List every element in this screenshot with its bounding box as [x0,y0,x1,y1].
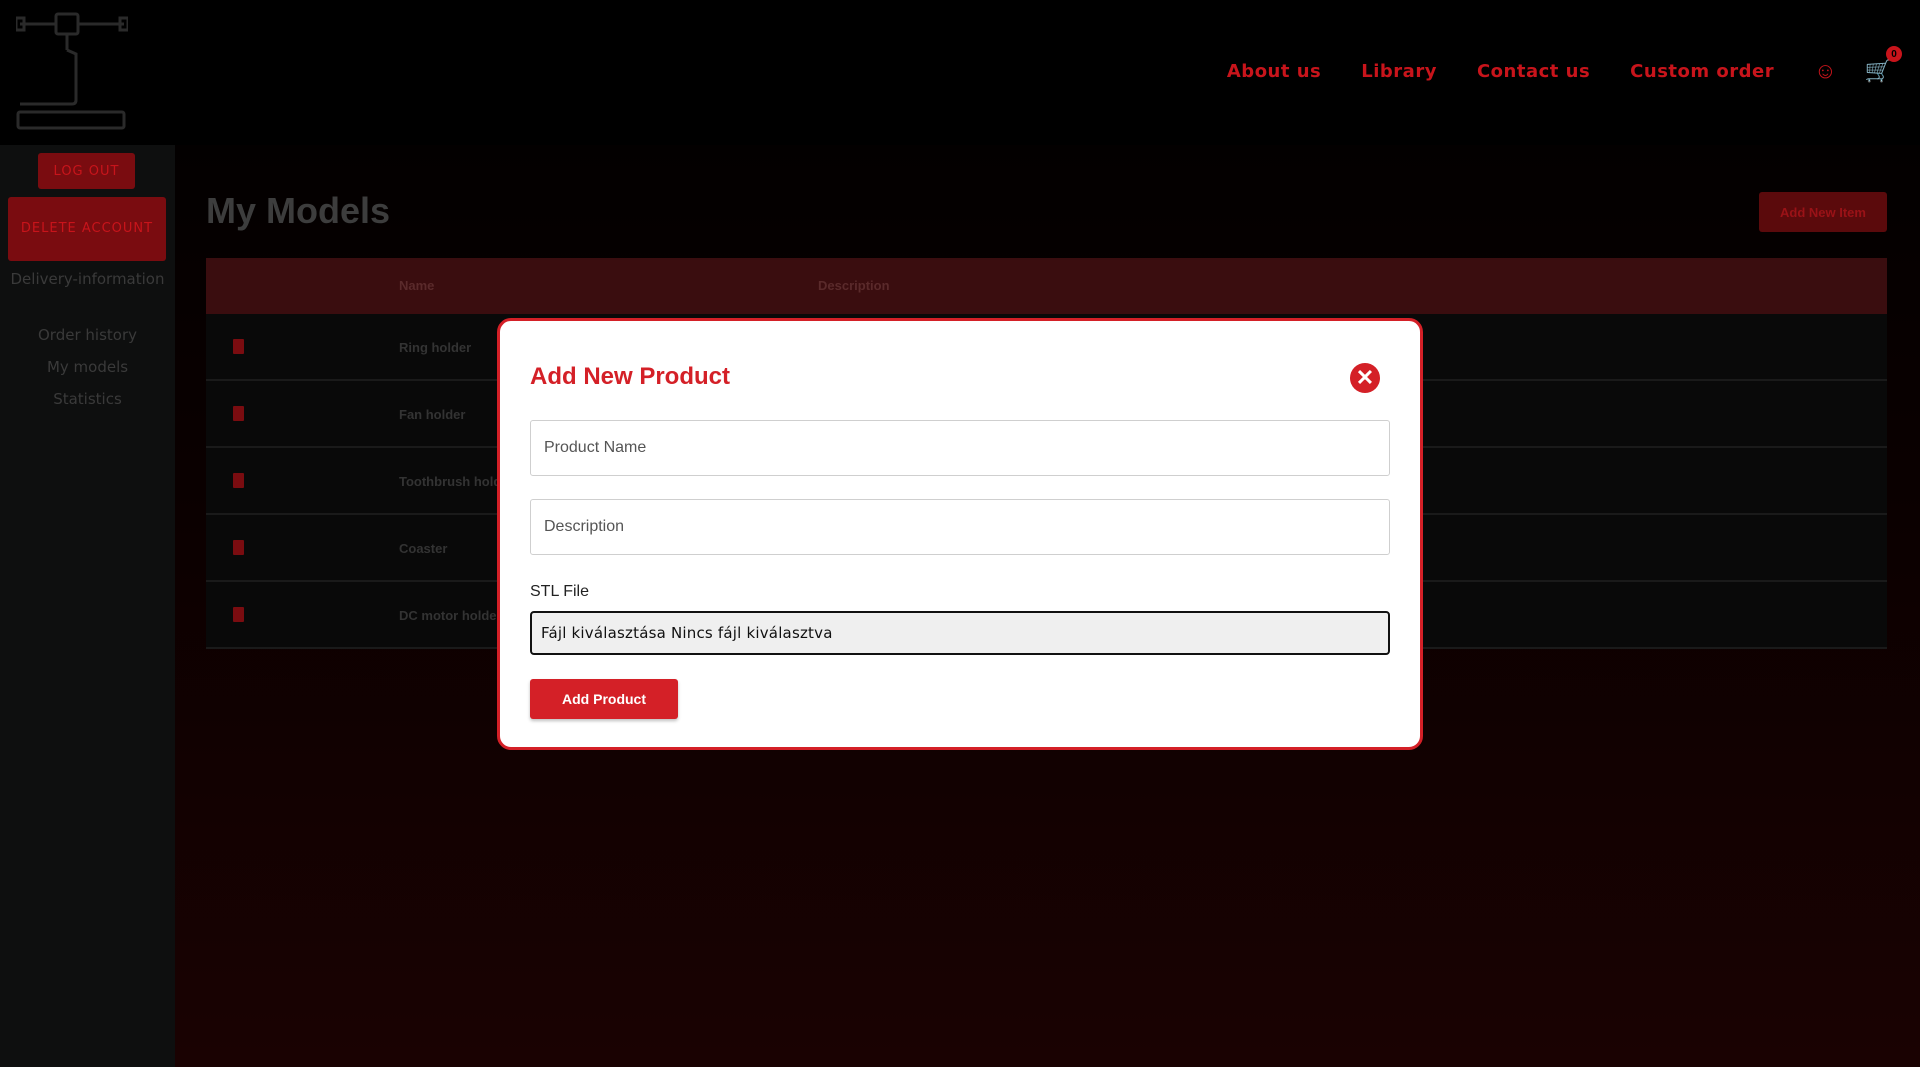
trash-icon[interactable] [233,339,244,354]
cart-icon[interactable]: 🛒 0 [1865,46,1902,84]
site-logo[interactable] [16,10,128,130]
trash-icon[interactable] [233,406,244,421]
add-product-button[interactable]: Add Product [530,679,678,719]
sidebar-item-my-models[interactable]: My models [0,358,175,376]
account-sidebar: LOG OUT DELETE ACCOUNT Delivery-informat… [0,145,175,1067]
stl-file-label: STL File [530,583,589,600]
row-name: Ring holder [399,340,472,355]
row-name: Coaster [399,541,448,556]
column-header-description: Description [818,278,890,293]
trash-icon[interactable] [233,607,244,622]
row-name: DC motor holder [399,608,502,623]
main-nav: About us Library Contact us Custom order… [1227,46,1920,86]
logout-button[interactable]: LOG OUT [38,153,135,189]
sidebar-item-order-history[interactable]: Order history [0,326,175,344]
nav-custom-order[interactable]: Custom order [1630,61,1774,82]
description-input[interactable] [530,499,1390,555]
product-name-input[interactable] [530,420,1390,476]
nav-about-us[interactable]: About us [1227,61,1321,82]
add-product-modal: Add New Product ✕ STL File Fájl kiválasz… [497,318,1423,750]
sidebar-item-statistics[interactable]: Statistics [0,390,175,408]
cart-badge: 0 [1886,46,1902,62]
header-bar: About us Library Contact us Custom order… [0,0,1920,145]
trash-icon[interactable] [233,473,244,488]
trash-icon[interactable] [233,540,244,555]
user-icon[interactable]: ☺ [1814,58,1836,84]
nav-contact-us[interactable]: Contact us [1477,61,1590,82]
sidebar-item-delivery-information[interactable]: Delivery-information [0,270,175,288]
add-new-item-button[interactable]: Add New Item [1759,192,1887,232]
nav-library[interactable]: Library [1361,61,1437,82]
column-header-name: Name [399,278,435,293]
stl-file-input[interactable]: Fájl kiválasztása Nincs fájl kiválasztva [530,611,1390,655]
modal-title: Add New Product [530,363,731,390]
delete-account-button[interactable]: DELETE ACCOUNT [8,197,166,261]
row-name: Fan holder [399,407,466,422]
close-icon[interactable]: ✕ [1350,363,1380,393]
table-header: Name Description [206,258,1887,314]
page-title: My Models [206,190,391,231]
